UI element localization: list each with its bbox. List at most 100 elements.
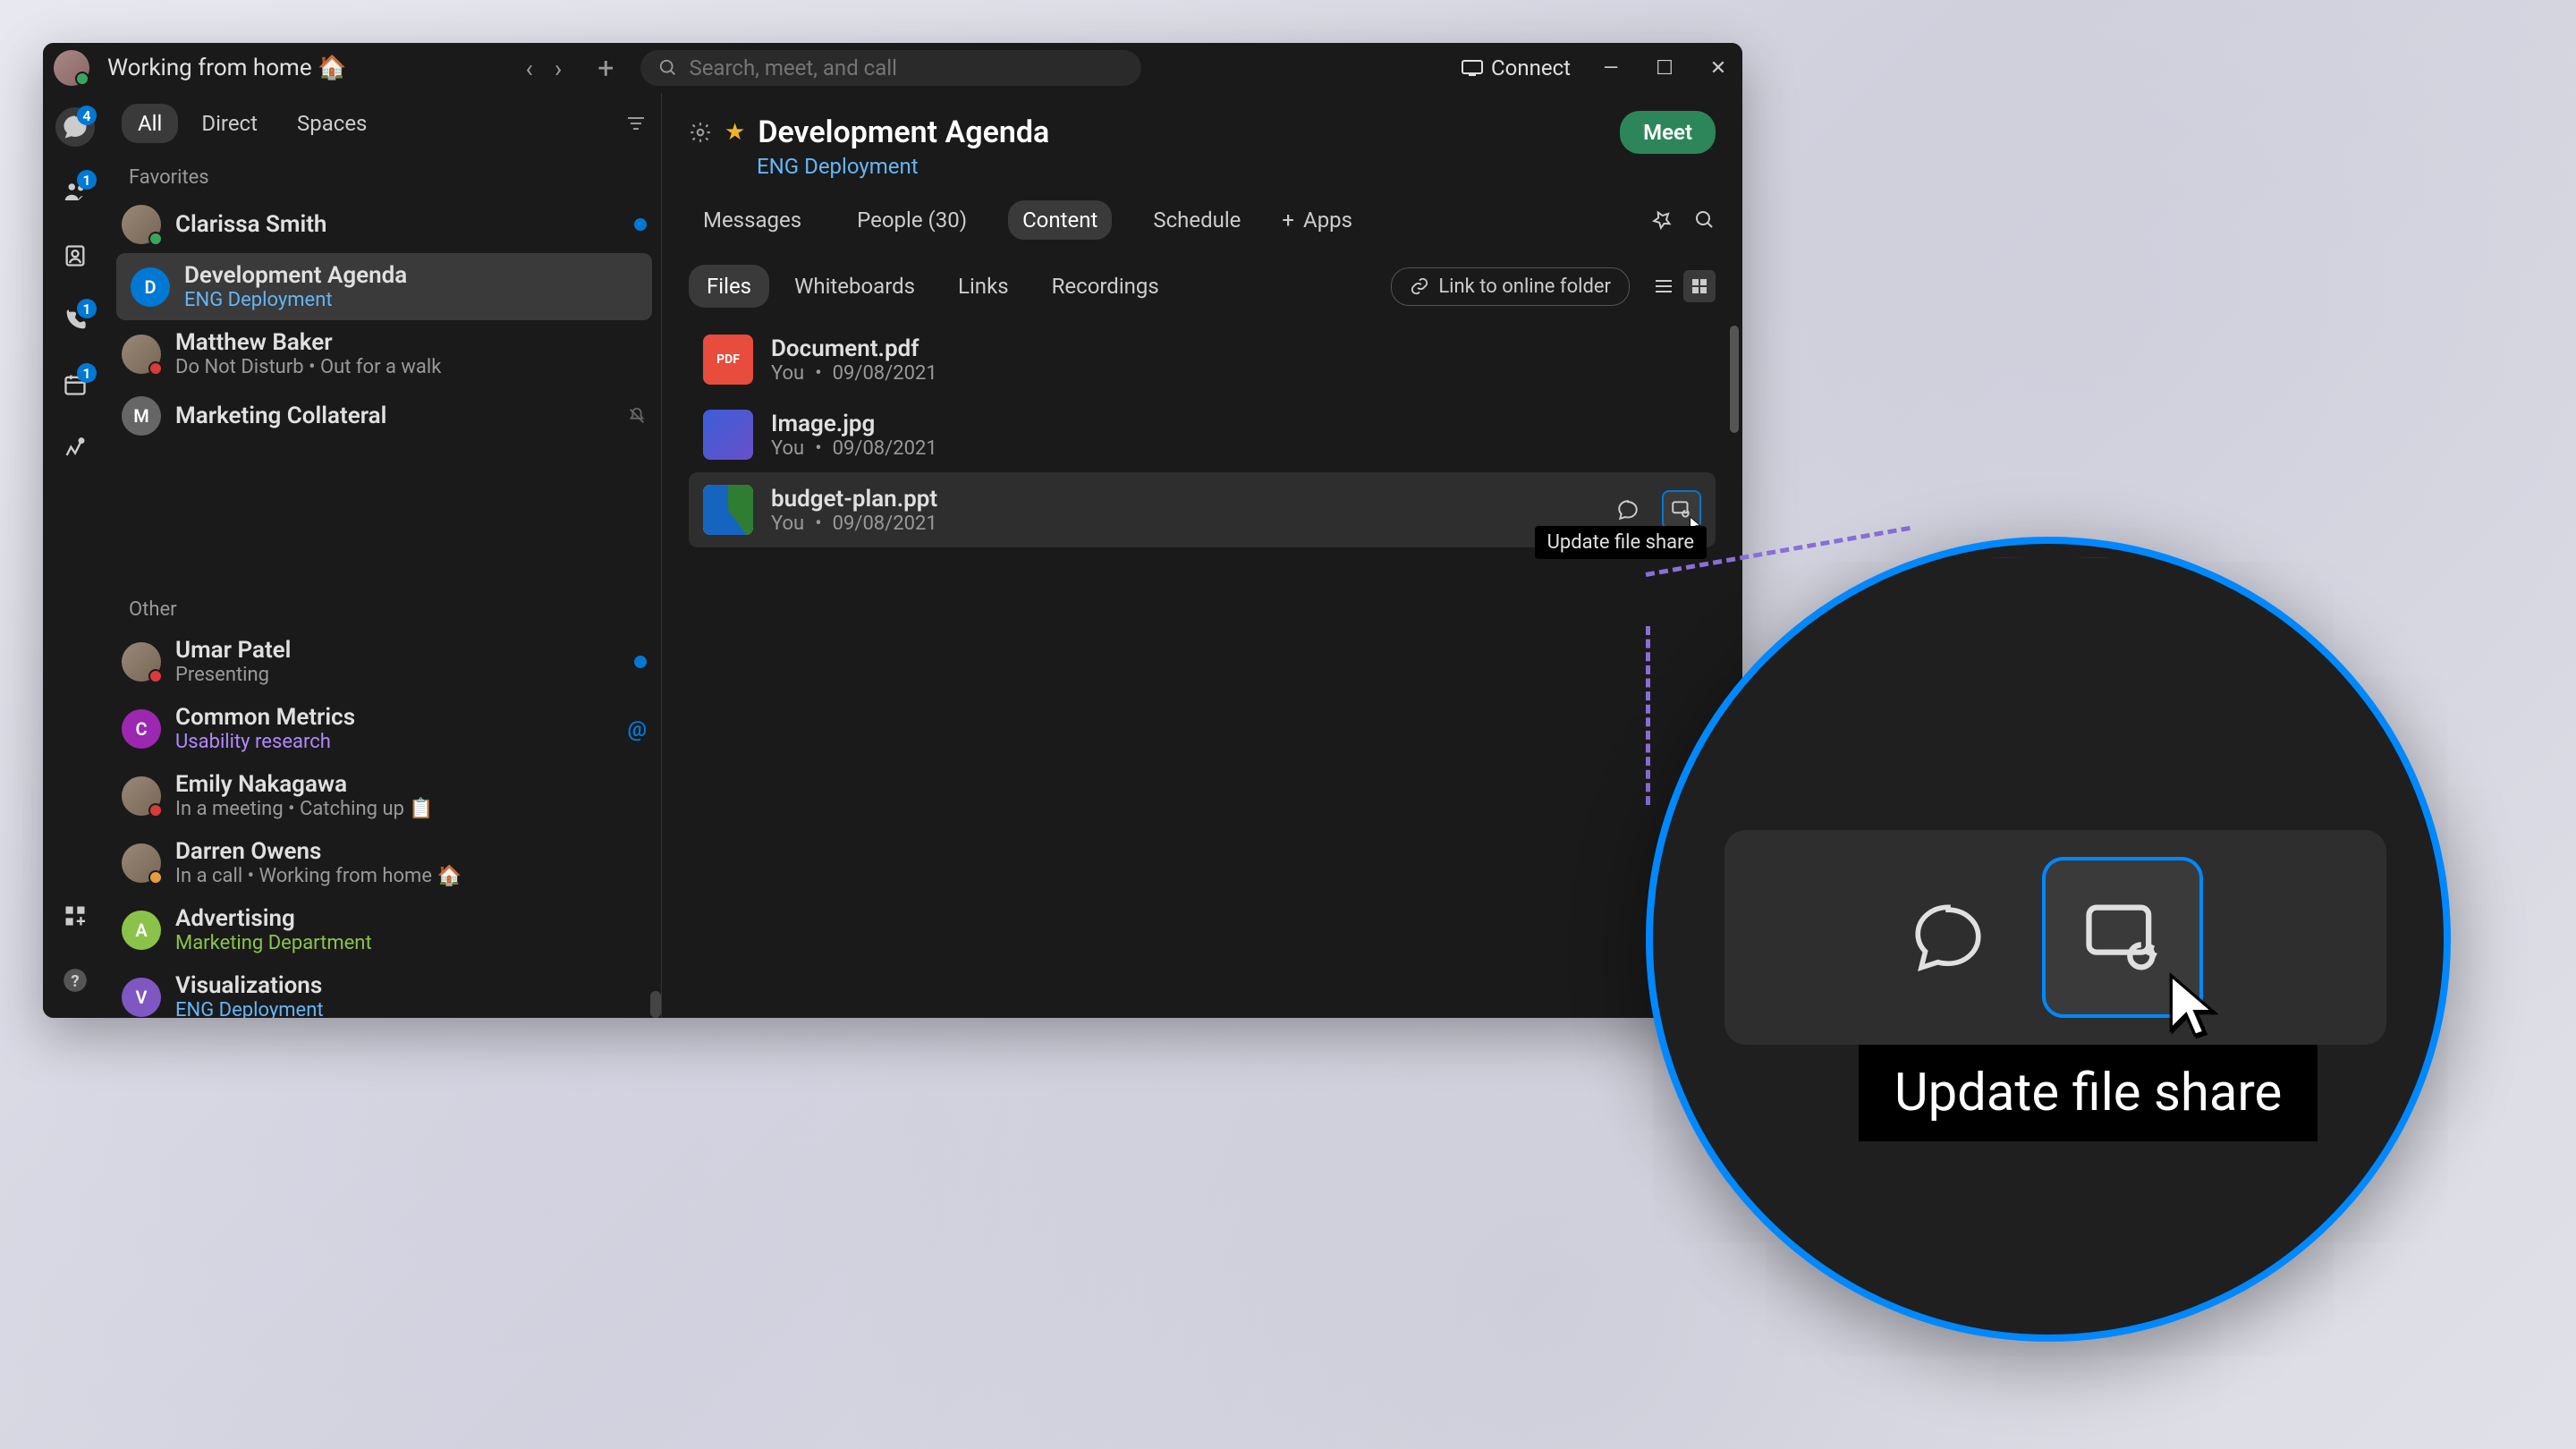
comment-icon bbox=[1908, 897, 1988, 978]
tab-schedule[interactable]: Schedule bbox=[1139, 200, 1255, 240]
tab-direct[interactable]: Direct bbox=[185, 104, 274, 143]
close-button[interactable]: ✕ bbox=[1705, 57, 1732, 80]
contact-avatar: V bbox=[122, 978, 161, 1017]
nav-forward-icon[interactable]: › bbox=[555, 54, 562, 83]
view-list-button[interactable] bbox=[1648, 270, 1680, 302]
contact-info: Umar PatelPresenting bbox=[175, 637, 620, 686]
presence-indicator bbox=[148, 803, 163, 818]
file-meta: You•09/08/2021 bbox=[771, 362, 1701, 385]
rail-teams[interactable]: 1 bbox=[55, 172, 95, 211]
meet-button[interactable]: Meet bbox=[1620, 111, 1716, 154]
user-avatar[interactable] bbox=[54, 50, 89, 86]
tab-all[interactable]: All bbox=[122, 104, 178, 143]
new-tab-button[interactable]: + bbox=[597, 51, 614, 85]
contact-name: Visualizations bbox=[175, 972, 647, 999]
contact-info: Marketing Collateral bbox=[175, 402, 613, 429]
rail-contacts[interactable] bbox=[55, 236, 95, 275]
file-thumbnail bbox=[703, 485, 753, 535]
comment-button[interactable] bbox=[1608, 490, 1648, 530]
connect-button[interactable]: Connect bbox=[1461, 55, 1571, 80]
rail-chat[interactable]: 4 bbox=[55, 107, 95, 147]
search-box[interactable] bbox=[640, 50, 1141, 86]
filter-icon[interactable] bbox=[625, 114, 647, 132]
contact-item[interactable]: Umar PatelPresenting bbox=[107, 628, 661, 695]
contact-info: Development AgendaENG Deployment bbox=[184, 262, 638, 311]
space-title: Development Agenda bbox=[758, 114, 1049, 150]
search-icon bbox=[658, 58, 678, 78]
pin-icon[interactable] bbox=[1651, 209, 1673, 231]
tab-spaces[interactable]: Spaces bbox=[281, 104, 383, 143]
star-icon[interactable]: ★ bbox=[724, 119, 745, 146]
tab-content[interactable]: Content bbox=[1008, 200, 1112, 240]
rail-calls[interactable]: 1 bbox=[55, 301, 95, 340]
tab-messages[interactable]: Messages bbox=[689, 200, 816, 240]
unread-indicator bbox=[634, 218, 647, 231]
subtab-links[interactable]: Links bbox=[940, 265, 1027, 308]
cursor-icon bbox=[2164, 970, 2226, 1041]
contact-name: Common Metrics bbox=[175, 704, 613, 731]
subtab-recordings[interactable]: Recordings bbox=[1034, 265, 1177, 308]
tooltip: Update file share bbox=[1535, 526, 1707, 559]
sidebar: All Direct Spaces Favorites Clarissa Smi… bbox=[107, 93, 662, 1018]
app-window: Working from home 🏠 ‹ › + Connect — ☐ ✕ bbox=[43, 43, 1742, 1018]
update-share-button[interactable] bbox=[1662, 490, 1701, 530]
mention-badge: @ bbox=[627, 716, 647, 741]
contact-item[interactable]: VVisualizationsENG Deployment bbox=[107, 963, 661, 1018]
file-item[interactable]: PDFDocument.pdfYou•09/08/2021 bbox=[689, 322, 1716, 397]
rail-calendar[interactable]: 1 bbox=[55, 365, 95, 404]
view-grid-button[interactable] bbox=[1683, 270, 1716, 302]
contact-subtitle: Presenting bbox=[175, 664, 620, 686]
user-status[interactable]: Working from home 🏠 bbox=[107, 55, 346, 81]
contact-info: Clarissa Smith bbox=[175, 211, 620, 238]
contact-info: Emily NakagawaIn a meeting • Catching up… bbox=[175, 771, 647, 820]
file-thumbnail bbox=[703, 410, 753, 460]
content-scrollbar-thumb[interactable] bbox=[1730, 326, 1739, 433]
contact-info: Common MetricsUsability research bbox=[175, 704, 613, 753]
tab-people[interactable]: People (30) bbox=[843, 200, 981, 240]
search-in-space-icon[interactable] bbox=[1694, 209, 1716, 231]
contact-item[interactable]: Matthew BakerDo Not Disturb • Out for a … bbox=[107, 320, 661, 387]
contact-item[interactable]: Emily NakagawaIn a meeting • Catching up… bbox=[107, 762, 661, 829]
contact-avatar: A bbox=[122, 911, 161, 950]
rail-activity[interactable] bbox=[55, 429, 95, 469]
contact-item[interactable]: A AdvertisingMarketing Department bbox=[107, 896, 661, 963]
contact-item[interactable]: DDevelopment AgendaENG Deployment bbox=[116, 253, 652, 320]
chat-badge: 4 bbox=[77, 106, 97, 125]
apps-icon bbox=[63, 903, 88, 928]
file-item[interactable]: Image.jpgYou•09/08/2021 bbox=[689, 397, 1716, 472]
titlebar: Working from home 🏠 ‹ › + Connect — ☐ ✕ bbox=[43, 43, 1742, 93]
help-icon: ? bbox=[63, 968, 88, 993]
nav-rail: 4 1 1 bbox=[43, 93, 107, 1018]
contact-item[interactable]: Clarissa Smith bbox=[107, 196, 661, 253]
calls-badge: 1 bbox=[77, 299, 97, 318]
space-subtitle[interactable]: ENG Deployment bbox=[757, 154, 1716, 179]
search-input[interactable] bbox=[689, 55, 1123, 80]
file-name: budget-plan.ppt bbox=[771, 486, 1590, 513]
subtab-files[interactable]: Files bbox=[689, 265, 769, 308]
unread-indicator bbox=[634, 656, 647, 668]
contact-item[interactable]: CCommon MetricsUsability research@ bbox=[107, 695, 661, 762]
rail-help[interactable]: ? bbox=[55, 961, 95, 1000]
subtab-whiteboards[interactable]: Whiteboards bbox=[776, 265, 933, 308]
minimize-button[interactable]: — bbox=[1597, 57, 1624, 80]
file-info: budget-plan.pptYou•09/08/2021 bbox=[771, 486, 1590, 535]
file-actions bbox=[1608, 490, 1701, 530]
contact-name: Matthew Baker bbox=[175, 329, 647, 356]
link-folder-button[interactable]: Link to online folder bbox=[1391, 267, 1630, 306]
zoom-scrollbar bbox=[2386, 589, 2408, 642]
nav-back-icon[interactable]: ‹ bbox=[525, 54, 532, 83]
sidebar-scrollbar[interactable] bbox=[650, 991, 661, 1018]
contact-item[interactable]: MMarketing Collateral bbox=[107, 387, 661, 445]
file-item[interactable]: budget-plan.pptYou•09/08/2021Update file… bbox=[689, 472, 1716, 547]
file-name: Document.pdf bbox=[771, 335, 1701, 362]
contact-avatar bbox=[122, 843, 161, 883]
contact-item[interactable]: Darren OwensIn a call • Working from hom… bbox=[107, 829, 661, 896]
contact-subtitle: Usability research bbox=[175, 731, 613, 753]
update-share-button[interactable] bbox=[2042, 857, 2203, 1018]
zoom-tooltip: Update file share bbox=[1859, 1045, 2318, 1141]
rail-apps[interactable] bbox=[55, 896, 95, 936]
maximize-button[interactable]: ☐ bbox=[1651, 57, 1678, 80]
gear-icon[interactable] bbox=[689, 121, 712, 144]
contact-info: AdvertisingMarketing Department bbox=[175, 905, 647, 954]
add-apps[interactable]: +Apps bbox=[1282, 208, 1352, 233]
